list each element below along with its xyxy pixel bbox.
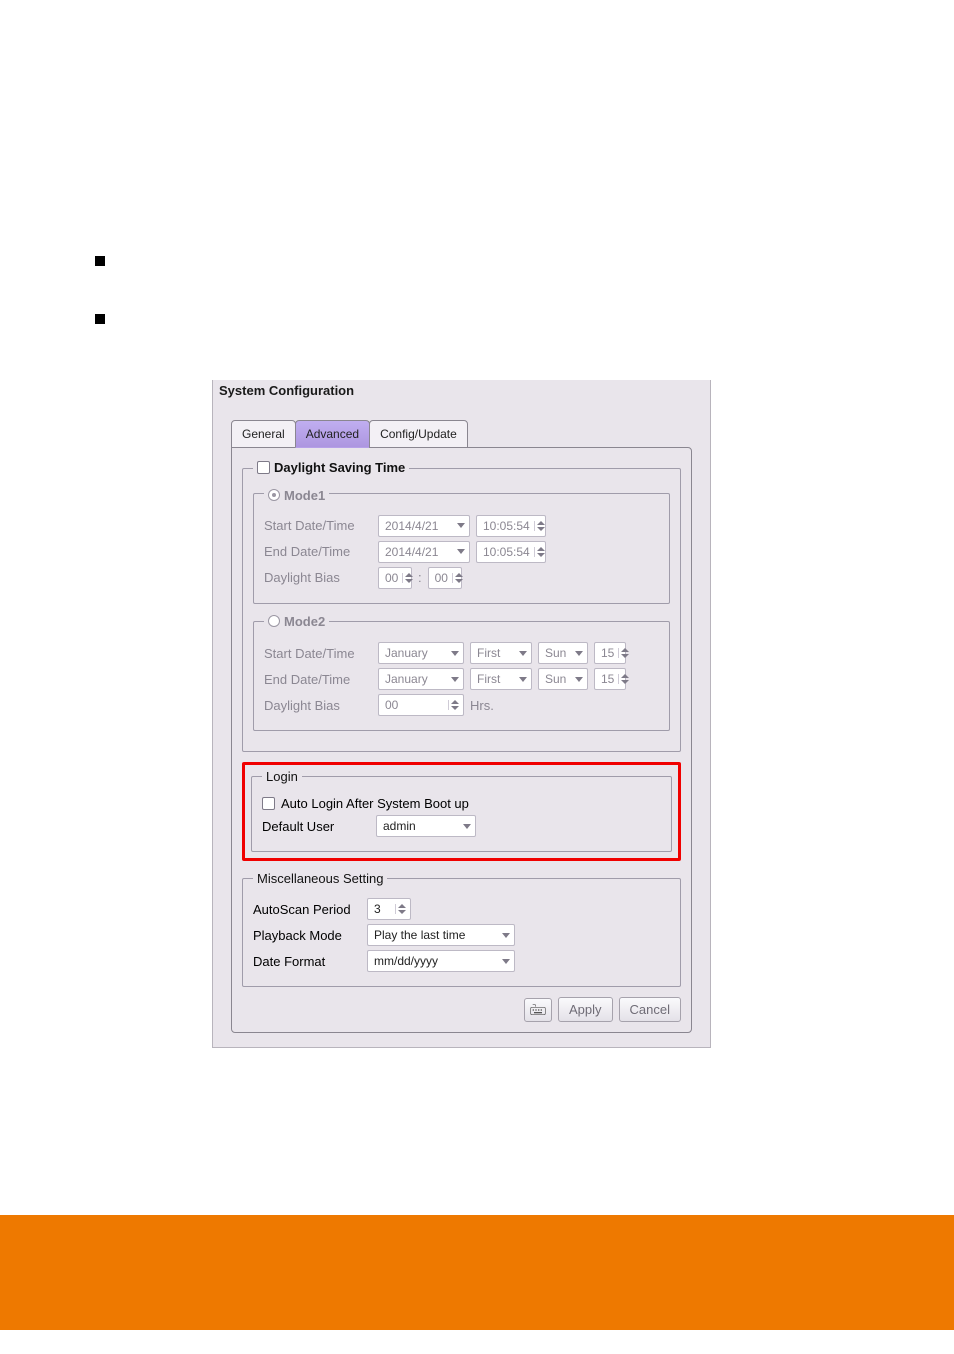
mode1-end-label: End Date/Time xyxy=(264,544,372,559)
caret-down-icon xyxy=(463,824,471,829)
mode2-start-label: Start Date/Time xyxy=(264,646,372,661)
tab-panel-advanced: Daylight Saving Time Mode1 Start Date/Ti… xyxy=(231,447,692,1033)
dst-legend: Daylight Saving Time xyxy=(274,460,405,475)
date-format-select[interactable]: mm/dd/yyyy xyxy=(367,950,515,972)
footer-bar xyxy=(0,1215,954,1330)
mode1-start-time[interactable]: 10:05:54 xyxy=(476,515,546,537)
mode2-bias-label: Daylight Bias xyxy=(264,698,372,713)
dst-mode2-group: Mode2 Start Date/Time January First Sun … xyxy=(253,614,670,732)
mode1-start-date[interactable]: 2014/4/21 xyxy=(378,515,470,537)
dst-mode1-radio[interactable] xyxy=(268,489,280,501)
caret-down-icon xyxy=(451,677,459,682)
login-legend: Login xyxy=(262,769,302,784)
autoscan-period[interactable]: 3 xyxy=(367,898,411,920)
caret-down-icon xyxy=(519,651,527,656)
keyboard-button[interactable] xyxy=(524,998,552,1022)
mode2-bias-h[interactable]: 00 xyxy=(378,694,464,716)
mode2-end-hour[interactable]: 15 xyxy=(594,668,626,690)
mode1-bias-m[interactable]: 00 xyxy=(428,567,462,589)
dst-mode1-group: Mode1 Start Date/Time 2014/4/21 10:05:54… xyxy=(253,485,670,604)
apply-button[interactable]: Apply xyxy=(558,997,613,1022)
datefmt-label: Date Format xyxy=(253,954,361,969)
caret-down-icon xyxy=(451,651,459,656)
dialog-title: System Configuration xyxy=(213,380,710,402)
mode1-bias-sep: : xyxy=(418,570,422,585)
keyboard-icon xyxy=(530,1004,546,1016)
default-user-select[interactable]: admin xyxy=(376,815,476,837)
mode2-end-label: End Date/Time xyxy=(264,672,372,687)
playback-label: Playback Mode xyxy=(253,928,361,943)
mode1-end-time[interactable]: 10:05:54 xyxy=(476,541,546,563)
caret-down-icon xyxy=(457,523,465,528)
mode2-start-ordinal[interactable]: First xyxy=(470,642,532,664)
bullet-1 xyxy=(95,256,115,266)
mode1-bias-label: Daylight Bias xyxy=(264,570,372,585)
button-row: Apply Cancel xyxy=(242,997,681,1022)
login-highlight: Login Auto Login After System Boot up De… xyxy=(242,762,681,861)
dst-mode2-legend: Mode2 xyxy=(284,614,325,629)
tab-config-update[interactable]: Config/Update xyxy=(369,420,468,448)
mode2-start-hour[interactable]: 15 xyxy=(594,642,626,664)
mode2-end-day[interactable]: Sun xyxy=(538,668,588,690)
default-user-label: Default User xyxy=(262,819,370,834)
caret-down-icon xyxy=(575,677,583,682)
tab-advanced[interactable]: Advanced xyxy=(295,420,370,448)
caret-down-icon xyxy=(457,549,465,554)
mode2-start-day[interactable]: Sun xyxy=(538,642,588,664)
misc-group: Miscellaneous Setting AutoScan Period 3 … xyxy=(242,871,681,987)
bullet-2 xyxy=(95,314,115,324)
caret-down-icon xyxy=(502,933,510,938)
login-group: Login Auto Login After System Boot up De… xyxy=(251,769,672,852)
caret-down-icon xyxy=(502,959,510,964)
mode2-end-ordinal[interactable]: First xyxy=(470,668,532,690)
cancel-button[interactable]: Cancel xyxy=(619,997,681,1022)
system-configuration-dialog: System Configuration General Advanced Co… xyxy=(212,380,711,1048)
auto-login-checkbox[interactable] xyxy=(262,797,275,810)
caret-down-icon xyxy=(575,651,583,656)
mode1-bias-h[interactable]: 00 xyxy=(378,567,412,589)
tab-general[interactable]: General xyxy=(231,420,296,448)
dst-mode2-radio[interactable] xyxy=(268,615,280,627)
mode1-start-label: Start Date/Time xyxy=(264,518,372,533)
dst-mode1-legend: Mode1 xyxy=(284,488,325,503)
mode2-start-month[interactable]: January xyxy=(378,642,464,664)
tablist: General Advanced Config/Update xyxy=(231,420,692,448)
autoscan-label: AutoScan Period xyxy=(253,902,361,917)
dst-enable-checkbox[interactable] xyxy=(257,461,270,474)
mode1-end-date[interactable]: 2014/4/21 xyxy=(378,541,470,563)
misc-legend: Miscellaneous Setting xyxy=(253,871,387,886)
mode2-bias-unit: Hrs. xyxy=(470,698,494,713)
mode2-end-month[interactable]: January xyxy=(378,668,464,690)
auto-login-label: Auto Login After System Boot up xyxy=(281,796,469,811)
dst-group: Daylight Saving Time Mode1 Start Date/Ti… xyxy=(242,460,681,752)
caret-down-icon xyxy=(519,677,527,682)
playback-mode-select[interactable]: Play the last time xyxy=(367,924,515,946)
